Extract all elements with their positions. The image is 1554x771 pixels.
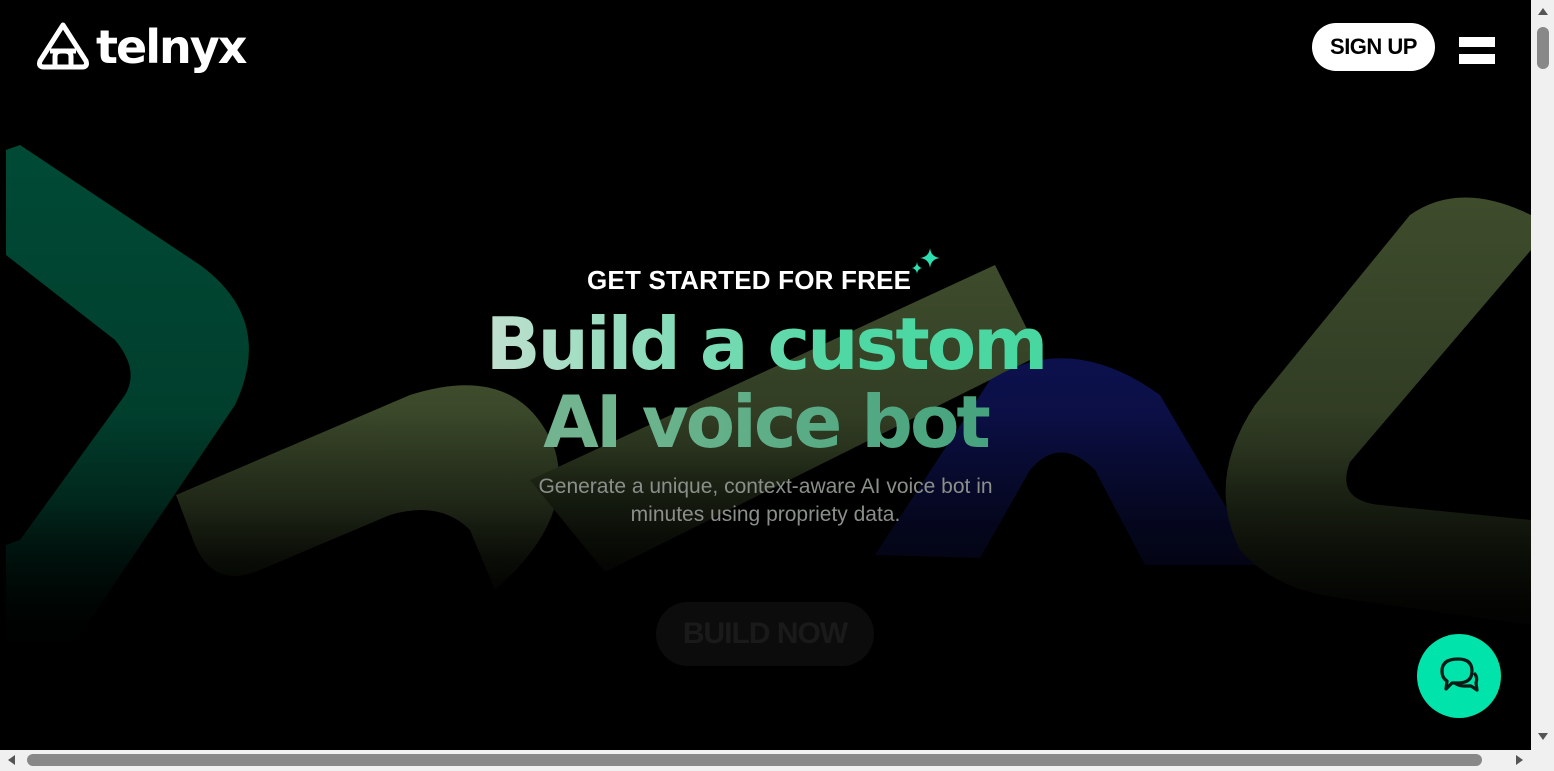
chat-bubbles-icon — [1440, 657, 1479, 692]
headline-line-2: AI voice bot — [0, 383, 1531, 461]
subtext-line-1: Generate a unique, context-aware AI voic… — [538, 475, 993, 498]
page-viewport: telnyx SIGN UP GET STARTED FOR FREE Buil… — [0, 0, 1531, 750]
hero-subtext: Generate a unique, context-aware AI voic… — [0, 473, 1531, 529]
brand-name: telnyx — [96, 20, 247, 74]
subtext-line-2: minutes using propriety data. — [630, 503, 901, 526]
scroll-left-arrow-icon[interactable] — [8, 755, 15, 765]
horizontal-scroll-thumb[interactable] — [27, 754, 1482, 766]
build-now-button[interactable]: BUILD NOW — [656, 602, 874, 666]
vertical-scrollbar[interactable] — [1531, 0, 1554, 750]
scroll-up-arrow-icon[interactable] — [1538, 8, 1548, 15]
sparkle-icon — [912, 248, 940, 274]
vertical-scroll-thumb[interactable] — [1537, 27, 1549, 69]
brand-logo[interactable]: telnyx — [36, 18, 247, 76]
headline-line-1: Build a custom — [0, 305, 1531, 383]
hamburger-menu-icon[interactable] — [1459, 37, 1495, 64]
horizontal-scrollbar[interactable] — [0, 750, 1554, 771]
sign-up-button[interactable]: SIGN UP — [1312, 23, 1435, 71]
scroll-down-arrow-icon[interactable] — [1538, 733, 1548, 740]
hero-eyebrow: GET STARTED FOR FREE — [587, 265, 912, 295]
site-header: telnyx SIGN UP — [0, 0, 1531, 95]
scroll-right-arrow-icon[interactable] — [1516, 755, 1523, 765]
telnyx-logo-icon — [37, 22, 89, 70]
chat-widget-button[interactable] — [1417, 634, 1501, 718]
hero-headline: Build a custom AI voice bot — [0, 305, 1531, 461]
